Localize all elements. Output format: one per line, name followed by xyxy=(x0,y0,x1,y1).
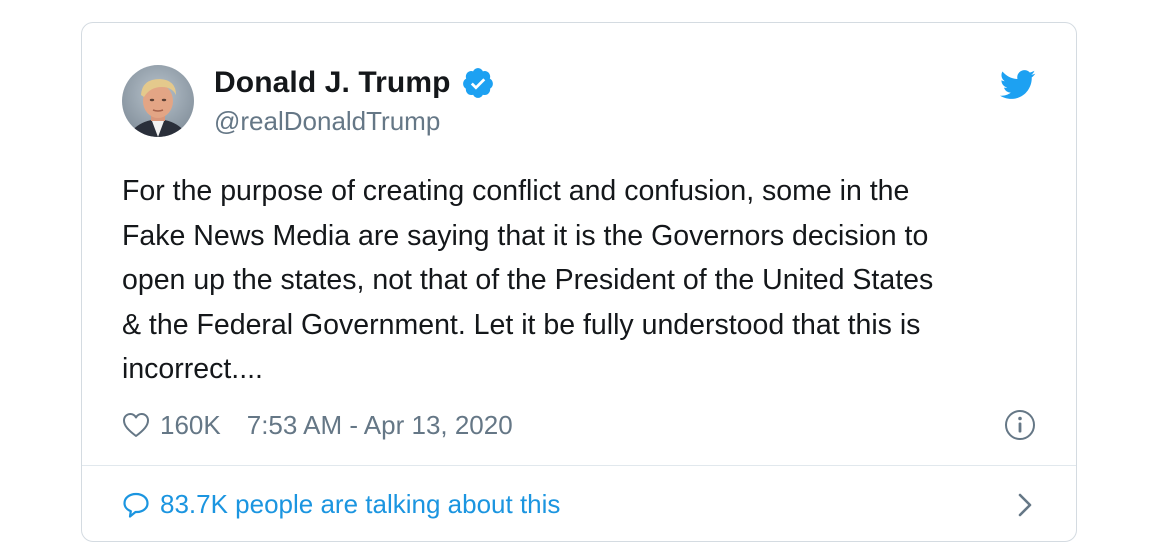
tweet-text: For the purpose of creating conflict and… xyxy=(122,175,934,385)
like-count[interactable]: 160K xyxy=(160,410,221,441)
display-name[interactable]: Donald J. Trump xyxy=(214,66,451,100)
chevron-right-icon[interactable] xyxy=(1014,491,1036,519)
user-handle[interactable]: @realDonaldTrump xyxy=(214,106,495,137)
verified-badge-icon xyxy=(461,66,495,100)
speech-bubble-icon xyxy=(122,491,150,519)
tweet-header: Donald J. Trump @realDonaldTrump xyxy=(122,63,495,139)
tweet-meta: 160K 7:53 AM - Apr 13, 2020 xyxy=(122,405,1036,445)
tweet-card[interactable]: Donald J. Trump @realDonaldTrump For the… xyxy=(81,22,1077,542)
user-names: Donald J. Trump @realDonaldTrump xyxy=(214,66,495,137)
name-row: Donald J. Trump xyxy=(214,66,495,100)
info-icon[interactable] xyxy=(1004,409,1036,441)
talking-about-label[interactable]: 83.7K people are talking about this xyxy=(160,489,560,520)
conversation-link[interactable]: 83.7K people are talking about this xyxy=(122,466,1036,541)
heart-icon[interactable] xyxy=(122,412,150,438)
twitter-bird-icon[interactable] xyxy=(999,69,1036,101)
avatar[interactable] xyxy=(122,65,194,137)
tweet-timestamp[interactable]: 7:53 AM - Apr 13, 2020 xyxy=(247,410,513,441)
